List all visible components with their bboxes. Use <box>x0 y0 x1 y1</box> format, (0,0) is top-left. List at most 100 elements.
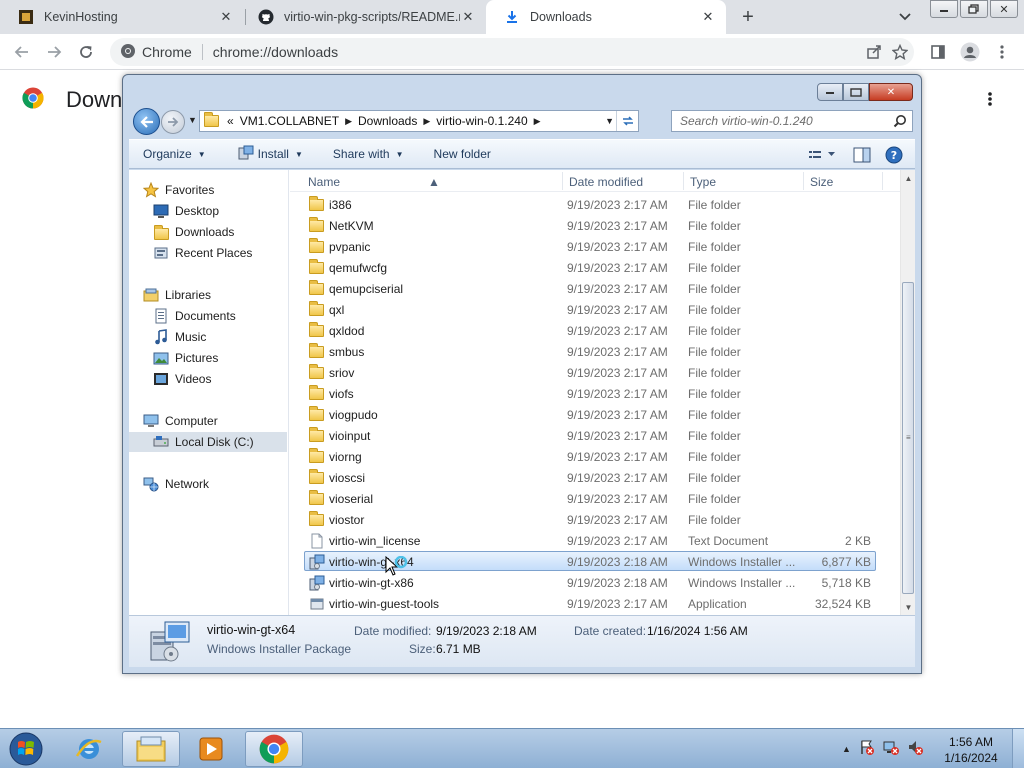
url-text[interactable]: chrome://downloads <box>213 44 338 60</box>
forward-button[interactable] <box>161 110 185 134</box>
nav-libraries[interactable]: Libraries <box>129 285 287 305</box>
taskbar-clock[interactable]: 1:56 AM 1/16/2024 <box>936 734 1006 766</box>
breadcrumb-item[interactable]: VM1.COLLABNET <box>240 114 339 128</box>
network-status-icon[interactable] <box>883 739 899 758</box>
nav-documents[interactable]: Documents <box>129 306 287 326</box>
chevron-right-icon[interactable]: ▶ <box>345 116 352 127</box>
vertical-scrollbar[interactable]: ▲ ≡ ▼ <box>900 170 915 615</box>
address-bar[interactable]: Chrome chrome://downloads <box>110 38 914 66</box>
file-row[interactable]: qemufwcfg 9/19/2023 2:17 AM File folder <box>304 257 876 277</box>
back-button[interactable] <box>133 108 160 135</box>
file-row[interactable]: vioinput 9/19/2023 2:17 AM File folder <box>304 425 876 445</box>
file-row[interactable]: viofs 9/19/2023 2:17 AM File folder <box>304 383 876 403</box>
more-actions-icon[interactable] <box>980 87 1000 111</box>
share-with-button[interactable]: Share with ▼ <box>333 147 404 161</box>
back-button[interactable] <box>10 40 34 64</box>
new-folder-button[interactable]: New folder <box>434 147 491 161</box>
maximize-button[interactable] <box>843 83 869 101</box>
preview-pane-icon[interactable] <box>851 145 873 165</box>
close-icon[interactable]: ✕ <box>218 9 234 25</box>
nav-computer[interactable]: Computer <box>129 411 287 431</box>
reload-button[interactable] <box>74 40 98 64</box>
file-row[interactable]: qemupciserial 9/19/2023 2:17 AM File folde… <box>304 278 876 298</box>
volume-muted-icon[interactable] <box>907 739 923 758</box>
show-desktop-button[interactable] <box>1012 729 1024 768</box>
chevron-right-icon[interactable]: ▶ <box>534 116 541 127</box>
nav-desktop[interactable]: Desktop <box>129 201 287 221</box>
file-row[interactable]: pvpanic 9/19/2023 2:17 AM File folder <box>304 236 876 256</box>
minimize-button[interactable] <box>817 83 843 101</box>
start-button[interactable] <box>6 731 46 767</box>
file-row[interactable]: vioscsi 9/19/2023 2:17 AM File folder <box>304 467 876 487</box>
column-name[interactable]: Name <box>308 175 340 189</box>
tab-search-icon[interactable] <box>894 6 916 28</box>
refresh-icon[interactable] <box>616 111 638 131</box>
internet-explorer-taskbar-icon[interactable] <box>60 731 118 767</box>
file-row[interactable]: sriov 9/19/2023 2:17 AM File folder <box>304 362 876 382</box>
file-row[interactable]: i386 9/19/2023 2:17 AM File folder <box>304 194 876 214</box>
file-row[interactable]: vioserial 9/19/2023 2:17 AM File folder <box>304 488 876 508</box>
side-panel-icon[interactable] <box>926 40 950 64</box>
column-type[interactable]: Type <box>690 175 716 189</box>
scroll-up-arrow[interactable]: ▲ <box>901 170 916 186</box>
column-divider[interactable] <box>562 172 563 190</box>
breadcrumb-overflow[interactable]: « <box>227 114 234 128</box>
column-divider[interactable] <box>803 172 804 190</box>
close-icon[interactable]: ✕ <box>700 9 716 25</box>
column-divider[interactable] <box>683 172 684 190</box>
organize-button[interactable]: Organize ▼ <box>143 147 206 161</box>
file-row[interactable]: NetKVM 9/19/2023 2:17 AM File folder <box>304 215 876 235</box>
chevron-right-icon[interactable]: ▶ <box>423 116 430 127</box>
file-row[interactable]: viostor 9/19/2023 2:17 AM File folder <box>304 509 876 529</box>
file-row[interactable]: viorng 9/19/2023 2:17 AM File folder <box>304 446 876 466</box>
column-size[interactable]: Size <box>810 175 833 189</box>
tab-downloads[interactable]: Downloads ✕ <box>486 0 726 34</box>
new-tab-button[interactable]: + <box>736 5 760 29</box>
chrome-taskbar-icon[interactable] <box>245 731 303 767</box>
action-center-flag-icon[interactable] <box>859 739 875 758</box>
media-player-taskbar-icon[interactable] <box>182 731 240 767</box>
install-button[interactable]: Install ▼ <box>238 145 303 164</box>
column-divider[interactable] <box>882 172 883 190</box>
nav-recent-places[interactable]: Recent Places <box>129 243 287 263</box>
file-explorer-taskbar-icon[interactable] <box>122 731 180 767</box>
recent-pages-icon[interactable]: ▼ <box>188 115 197 125</box>
minimize-button[interactable] <box>930 0 958 18</box>
forward-button[interactable] <box>42 40 66 64</box>
file-row[interactable]: viogpudo 9/19/2023 2:17 AM File folder <box>304 404 876 424</box>
close-button[interactable]: ✕ <box>869 83 913 101</box>
share-icon[interactable] <box>866 44 882 63</box>
change-view-icon[interactable] <box>805 145 841 165</box>
breadcrumb-item[interactable]: Downloads <box>358 114 417 128</box>
chrome-menu-icon[interactable] <box>990 40 1014 64</box>
nav-pictures[interactable]: Pictures <box>129 348 287 368</box>
nav-favorites[interactable]: Favorites <box>129 180 287 200</box>
bookmark-star-icon[interactable] <box>891 43 909 63</box>
file-row[interactable]: smbus 9/19/2023 2:17 AM File folder <box>304 341 876 361</box>
search-icon[interactable] <box>893 114 907 131</box>
nav-downloads[interactable]: Downloads <box>129 222 287 242</box>
tab-kevinhosting[interactable]: KevinHosting ✕ <box>0 0 244 34</box>
close-icon[interactable]: ✕ <box>460 9 476 25</box>
nav-network[interactable]: Network <box>129 474 287 494</box>
restore-button[interactable] <box>960 0 988 18</box>
help-icon[interactable]: ? <box>883 145 905 165</box>
search-input[interactable]: Search virtio-win-0.1.240 <box>671 110 913 132</box>
column-date-modified[interactable]: Date modified <box>569 175 643 189</box>
file-row[interactable]: qxldod 9/19/2023 2:17 AM File folder <box>304 320 876 340</box>
close-button[interactable]: ✕ <box>990 0 1018 18</box>
chevron-down-icon[interactable]: ▼ <box>605 111 614 131</box>
profile-avatar[interactable] <box>958 40 982 64</box>
nav-music[interactable]: Music <box>129 327 287 347</box>
breadcrumb-item[interactable]: virtio-win-0.1.240 <box>436 114 527 128</box>
file-row[interactable]: virtio-win-guest-tools 9/19/2023 2:17 AM A… <box>304 593 876 613</box>
nav-local-disk[interactable]: Local Disk (C:) <box>129 432 287 452</box>
tab-github-readme[interactable]: virtio-win-pkg-scripts/README.m ✕ <box>240 0 486 34</box>
show-hidden-icons-icon[interactable]: ▲ <box>842 744 851 754</box>
nav-videos[interactable]: Videos <box>129 369 287 389</box>
scroll-down-arrow[interactable]: ▼ <box>901 599 916 615</box>
file-row[interactable]: qxl 9/19/2023 2:17 AM File folder <box>304 299 876 319</box>
scroll-thumb[interactable]: ≡ <box>902 282 914 594</box>
file-row[interactable]: virtio-win_license 9/19/2023 2:17 AM Text … <box>304 530 876 550</box>
folder-address-bar[interactable]: « VM1.COLLABNET ▶ Downloads ▶ virtio-win… <box>199 110 639 132</box>
